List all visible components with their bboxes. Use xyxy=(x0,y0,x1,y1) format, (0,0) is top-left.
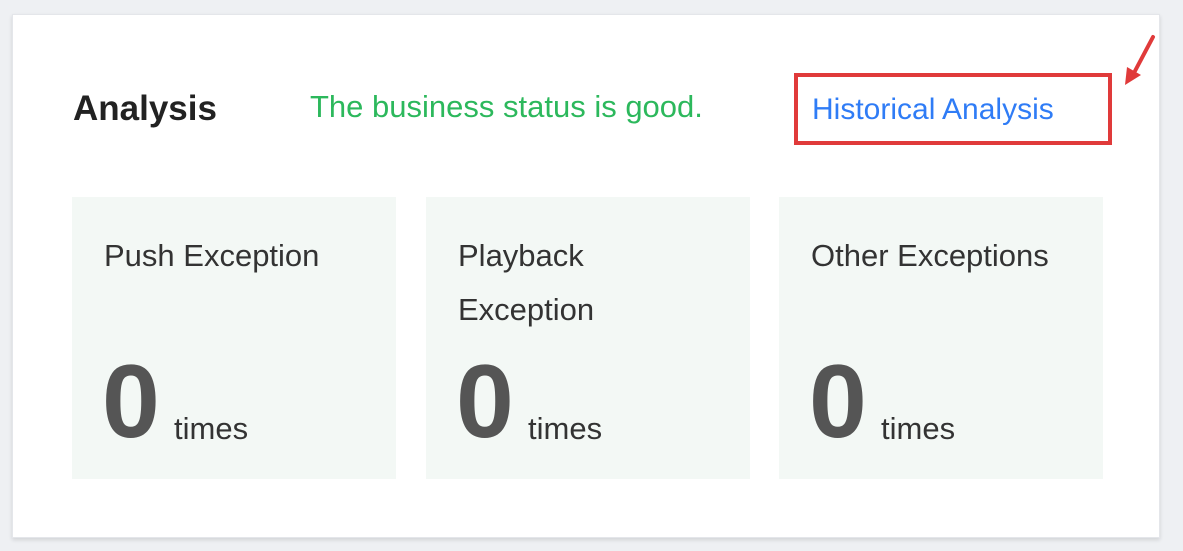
business-status-text: The business status is good. xyxy=(310,89,703,124)
tile-label: Other Exceptions xyxy=(811,238,1049,273)
tile-label: Playback Exception xyxy=(458,238,595,327)
tile-count: 0 xyxy=(456,344,514,460)
tile-count: 0 xyxy=(102,344,160,460)
tile-unit: times xyxy=(528,411,603,446)
card-title: Analysis xyxy=(73,89,217,128)
other-exceptions-tile: Other Exceptions 0 times xyxy=(779,197,1103,479)
analysis-card: Analysis The business status is good. Hi… xyxy=(12,14,1160,538)
tile-unit: times xyxy=(881,411,956,446)
playback-exception-tile: Playback Exception 0 times xyxy=(426,197,750,479)
tile-label: Push Exception xyxy=(104,238,320,273)
annotation-arrow-icon xyxy=(1125,35,1155,85)
tile-count: 0 xyxy=(809,344,867,460)
push-exception-tile: Push Exception 0 times xyxy=(72,197,396,479)
tile-unit: times xyxy=(174,411,249,446)
historical-analysis-link[interactable]: Historical Analysis xyxy=(812,90,1054,130)
